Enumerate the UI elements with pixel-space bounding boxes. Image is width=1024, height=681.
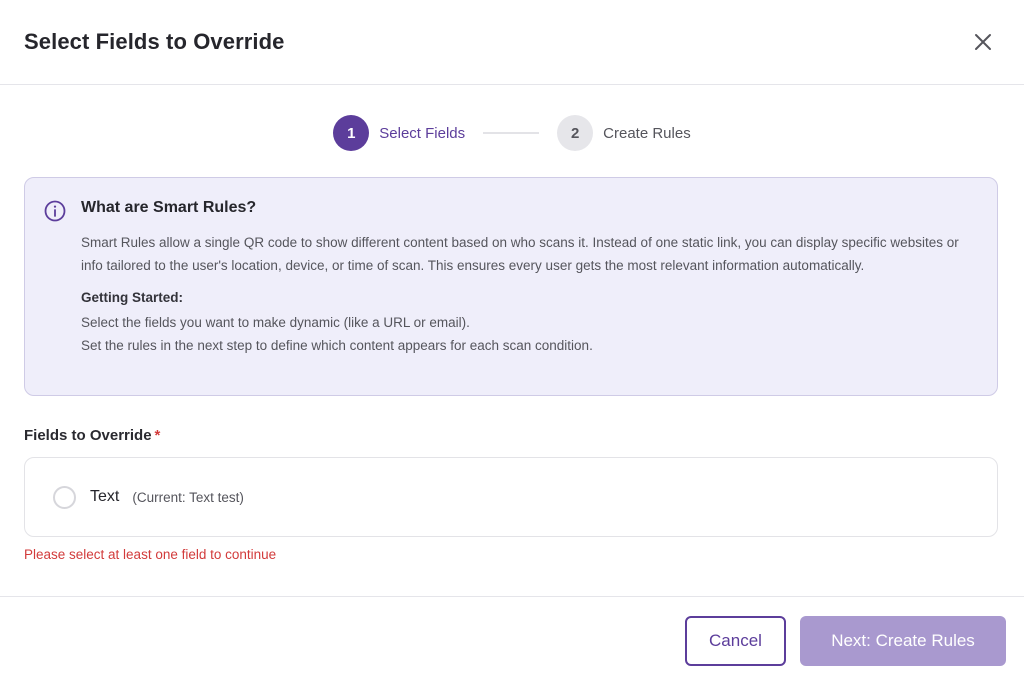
step-select-fields: 1 Select Fields (333, 115, 465, 151)
field-option-text[interactable]: Text (Current: Text test) (24, 457, 998, 537)
step-connector (483, 132, 540, 134)
dialog-title: Select Fields to Override (24, 29, 285, 54)
select-fields-dialog: Select Fields to Override 1 Select Field… (0, 0, 1024, 681)
required-marker: * (154, 427, 161, 444)
info-content: What are Smart Rules? Smart Rules allow … (81, 198, 969, 395)
step-create-rules: 2 Create Rules (557, 115, 691, 151)
field-name: Text (90, 488, 120, 505)
getting-started-step: Select the fields you want to make dynam… (81, 315, 470, 330)
cancel-button[interactable]: Cancel (685, 616, 786, 666)
close-button[interactable] (970, 29, 996, 55)
dialog-footer: Cancel Next: Create Rules (0, 596, 1024, 681)
fields-label-text: Fields to Override (24, 427, 152, 444)
info-icon (44, 200, 66, 222)
getting-started-title: Getting Started: (81, 290, 184, 305)
info-description: Smart Rules allow a single QR code to sh… (81, 235, 959, 273)
close-icon (975, 34, 991, 50)
fields-to-override-label: Fields to Override * (24, 427, 998, 444)
step-number: 1 (333, 115, 370, 151)
step-label: Select Fields (379, 124, 466, 142)
getting-started-step: Set the rules in the next step to define… (81, 337, 593, 353)
field-checkbox[interactable] (53, 485, 76, 509)
dialog-header: Select Fields to Override (0, 0, 1024, 85)
fields-section: Fields to Override * Text (Current: Text … (24, 427, 998, 562)
field-current-value: (Current: Text test) (132, 489, 244, 505)
next-create-rules-button[interactable]: Next: Create Rules (800, 616, 1006, 666)
info-title: What are Smart Rules? (81, 199, 257, 216)
smart-rules-info-box: What are Smart Rules? Smart Rules allow … (24, 177, 998, 396)
stepper: 1 Select Fields 2 Create Rules (0, 85, 1024, 177)
step-number: 2 (557, 115, 594, 151)
step-label: Create Rules (603, 124, 691, 142)
validation-error: Please select at least one field to cont… (24, 547, 277, 562)
